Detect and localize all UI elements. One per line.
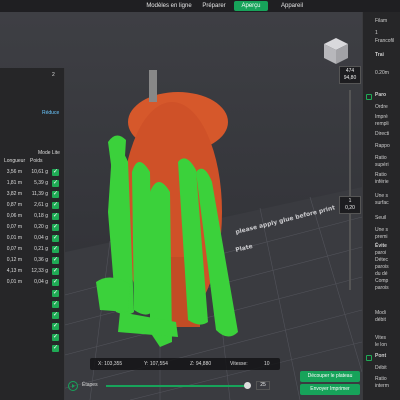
visibility-checkbox[interactable]: ✓ xyxy=(52,224,59,231)
weight-header: Poids xyxy=(30,158,43,164)
setting-label: inférie xyxy=(375,179,389,185)
setting-label: Comp xyxy=(375,278,389,284)
filament-slot: 1 xyxy=(375,30,378,36)
setting-label: Évite xyxy=(375,243,387,249)
setting-label: Rappo xyxy=(375,143,390,149)
setting-label: paroi xyxy=(375,250,387,256)
visibility-checkbox[interactable]: ✓ xyxy=(52,290,59,297)
slice-plate-button[interactable]: Découper le plateau xyxy=(300,371,360,382)
settings-panel: Filam 1 Francofil Trai 0.20m Paro Ordre … xyxy=(362,12,400,400)
tab-prepare[interactable]: Préparer xyxy=(198,1,230,11)
setting-label: le lon xyxy=(375,342,387,348)
z-coordinate: Z: 94,880 xyxy=(190,361,212,367)
reduce-link[interactable]: Réduce xyxy=(42,110,59,116)
visibility-checkbox[interactable]: ✓ xyxy=(52,279,59,286)
step-slider-bar: Étapes 25 xyxy=(66,380,296,392)
y-coordinate: Y: 107,554 xyxy=(144,361,168,367)
walls-section: Paro xyxy=(375,92,387,98)
setting-label: surfac xyxy=(375,200,389,206)
visibility-checkbox[interactable]: ✓ xyxy=(52,235,59,242)
visibility-checkbox[interactable]: ✓ xyxy=(52,268,59,275)
steps-label: Étapes xyxy=(82,382,98,388)
view-cube-icon[interactable] xyxy=(322,36,350,66)
slider-top-handle[interactable]: 474 94,80 xyxy=(339,66,361,84)
step-slider-track[interactable] xyxy=(106,385,246,387)
visibility-checkbox[interactable]: ✓ xyxy=(52,180,59,187)
visibility-checkbox[interactable]: ✓ xyxy=(52,191,59,198)
setting-label: Impré xyxy=(375,114,388,120)
setting-label: supéri xyxy=(375,162,389,168)
bridge-icon xyxy=(366,355,372,361)
filament-section-title: Filam xyxy=(375,18,388,24)
step-slider-handle[interactable] xyxy=(244,382,251,389)
setting-label: Une s xyxy=(375,193,389,199)
visibility-checkbox[interactable]: ✓ xyxy=(52,323,59,330)
filament-usage-panel: 2 Réduce Mode Lite Longueur Poids 3,56 m… xyxy=(0,68,65,400)
play-icon[interactable] xyxy=(68,381,78,391)
setting-label: Ratio xyxy=(375,172,387,178)
tab-online-models[interactable]: Modèles en ligne xyxy=(143,1,195,11)
tab-device[interactable]: Appareil xyxy=(274,1,310,11)
step-value[interactable]: 25 xyxy=(256,381,270,390)
setting-label: Seuil xyxy=(375,215,387,221)
process-section-title: Trai xyxy=(375,52,384,58)
setting-label: du dé xyxy=(375,271,388,277)
filament-name: Francofil xyxy=(375,38,395,44)
nozzle-indicator xyxy=(149,70,157,102)
setting-label: parois xyxy=(375,285,389,291)
visibility-checkbox[interactable]: ✓ xyxy=(52,312,59,319)
setting-label: Détec xyxy=(375,257,389,263)
bridge-section: Pont xyxy=(375,353,387,359)
coordinate-readout: X: 103,355 Y: 107,554 Z: 94,880 Vitesse:… xyxy=(90,358,280,370)
visibility-checkbox[interactable]: ✓ xyxy=(52,345,59,352)
setting-label: parois xyxy=(375,264,389,270)
slider-bottom-handle[interactable]: 1 0,20 xyxy=(339,196,361,214)
visibility-checkbox[interactable]: ✓ xyxy=(52,301,59,308)
layer-height-preset: 0.20m xyxy=(375,70,389,76)
setting-label: Une s xyxy=(375,227,389,233)
send-print-button[interactable]: Envoyer Imprimer xyxy=(300,384,360,395)
walls-icon xyxy=(366,94,372,100)
tab-preview[interactable]: Aperçu xyxy=(234,1,268,11)
setting-label: premi xyxy=(375,234,388,240)
visibility-checkbox[interactable]: ✓ xyxy=(52,334,59,341)
length-header: Longueur xyxy=(4,158,26,164)
visibility-checkbox[interactable]: ✓ xyxy=(52,169,59,176)
setting-label: Vites xyxy=(375,335,387,341)
visibility-checkbox[interactable]: ✓ xyxy=(52,213,59,220)
x-coordinate: X: 103,355 xyxy=(98,361,123,367)
setting-label: Ordre xyxy=(375,104,388,110)
setting-label: débit xyxy=(375,317,386,323)
setting-label: Modi xyxy=(375,310,386,316)
setting-label: interm xyxy=(375,383,389,389)
setting-label: Directi xyxy=(375,131,390,137)
setting-label: Ratio xyxy=(375,376,387,382)
setting-label: Débit xyxy=(375,365,387,371)
speed-label: Vitesse: xyxy=(230,361,248,367)
setting-label: rempli xyxy=(375,121,389,127)
setting-label: Ratio xyxy=(375,155,387,161)
top-menu-bar: Modèles en ligne Préparer Aperçu Apparei… xyxy=(0,0,400,12)
speed-value: 10 xyxy=(264,361,270,367)
count-value: 2 xyxy=(52,72,55,78)
visibility-checkbox[interactable]: ✓ xyxy=(52,257,59,264)
layer-slider-track[interactable] xyxy=(349,90,351,290)
visibility-checkbox[interactable]: ✓ xyxy=(52,246,59,253)
visibility-checkbox[interactable]: ✓ xyxy=(52,202,59,209)
lite-mode-label[interactable]: Mode Lite xyxy=(38,150,60,156)
